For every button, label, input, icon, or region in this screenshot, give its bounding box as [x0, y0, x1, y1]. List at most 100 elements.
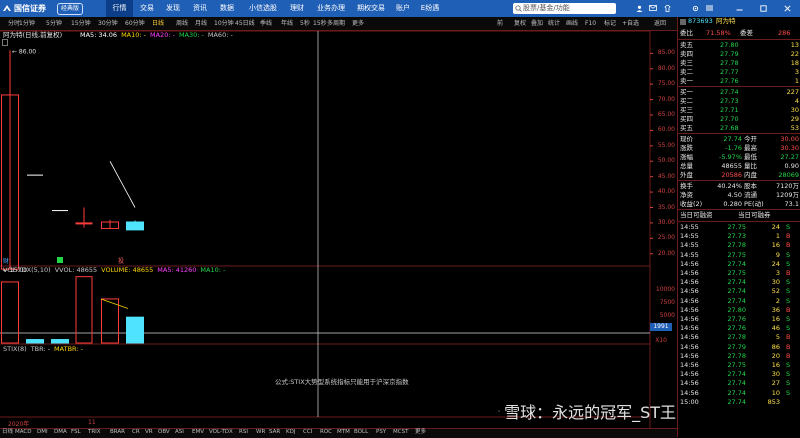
period-tab-11[interactable]: 季线	[260, 17, 272, 30]
tick-dir-2: B	[786, 241, 791, 250]
volume-bar-4	[101, 298, 119, 344]
tick-time-11: 14:56	[680, 324, 699, 333]
menu-5[interactable]: 小信选股	[244, 0, 282, 17]
search-input[interactable]: 股票/基金/功能	[513, 3, 616, 14]
period-tab-10[interactable]: 45日线	[235, 17, 255, 30]
indicator-tab-20[interactable]: BOLL	[354, 428, 368, 437]
period-tab-5[interactable]: 60分钟	[125, 17, 145, 30]
tick-row-18: 14:56 27.74 10 S	[678, 389, 800, 398]
indicator-tab-14[interactable]: WR	[256, 428, 265, 437]
menu-1[interactable]: 交易	[136, 0, 158, 17]
skin-icon[interactable]	[662, 2, 672, 14]
chart-tool-0[interactable]: 前	[497, 17, 503, 30]
period-tab-3[interactable]: 15分钟	[71, 17, 91, 30]
menu-2[interactable]: 发现	[162, 0, 184, 17]
menu-10[interactable]: E纷遇	[416, 0, 444, 17]
minimize-icon[interactable]	[734, 2, 744, 14]
stat-value-a-0: 27.74	[723, 135, 742, 143]
period-tab-14[interactable]: 15秒	[313, 17, 327, 30]
indicator-tab-0[interactable]: 日线	[2, 428, 13, 437]
indicator-tab-23[interactable]: 更多	[415, 428, 426, 437]
green-marker[interactable]	[57, 257, 63, 263]
chart-tool-4[interactable]: 画线	[566, 17, 578, 30]
indicator-tab-9[interactable]: OBV	[158, 428, 170, 437]
menu-8[interactable]: 期权交易	[352, 0, 390, 17]
maximize-icon[interactable]	[758, 2, 768, 14]
stat-value-a-2: -5.97%	[719, 153, 742, 161]
chart-tool-8[interactable]: 返回	[654, 17, 666, 30]
chart-tool-6[interactable]: 标记	[604, 17, 616, 30]
close-icon[interactable]	[782, 2, 792, 14]
ask-label-3: 卖二	[680, 68, 693, 76]
indicator-tab-11[interactable]: EMV	[192, 428, 204, 437]
period-tab-9[interactable]: 10分钟	[214, 17, 234, 30]
indicator-tab-10[interactable]: ASI	[175, 428, 184, 437]
tick-row-2: 14:55 27.78 16 B	[678, 241, 800, 250]
period-tab-2[interactable]: 5分钟	[46, 17, 62, 30]
period-tab-1[interactable]: 1分钟	[19, 17, 35, 30]
period-tab-12[interactable]: 年线	[281, 17, 293, 30]
tick-vol-18: 10	[771, 388, 780, 397]
tick-vol-5: 3	[775, 269, 780, 277]
indicator-tab-8[interactable]: VR	[145, 428, 153, 437]
invest-marker[interactable]: 投	[118, 257, 124, 265]
chart-tool-7[interactable]: +自选	[622, 17, 639, 30]
period-tab-4[interactable]: 30分钟	[98, 17, 118, 30]
price-tick-1: 80.00	[657, 64, 675, 72]
menu-3[interactable]: 资讯	[189, 0, 211, 17]
weicha-value: 286	[778, 29, 791, 37]
kline-chart[interactable]: ← 86.00← 15.00财投	[0, 31, 677, 428]
period-tab-8[interactable]: 月线	[195, 17, 207, 30]
period-tab-7[interactable]: 周线	[176, 17, 188, 30]
tick-dir-1: B	[786, 232, 791, 241]
ask-row-2: 卖三 27.78 18	[678, 59, 800, 68]
chart-tool-2[interactable]: 叠加	[531, 17, 543, 30]
settings-icon[interactable]	[690, 2, 700, 14]
period-tab-16[interactable]: 更多	[352, 17, 364, 30]
indicator-tab-16[interactable]: KDJ	[286, 428, 295, 437]
menu-4[interactable]: 数据	[216, 0, 238, 17]
indicator-tab-15[interactable]: SAR	[269, 428, 280, 437]
indicator-tab-4[interactable]: FSL	[71, 428, 81, 437]
tick-time-1: 14:55	[680, 232, 699, 241]
hamburger-menu-icon[interactable]	[704, 2, 714, 14]
quote-menu-icon[interactable]	[680, 19, 686, 25]
period-tab-13[interactable]: 5秒	[300, 17, 310, 30]
indicator-tab-1[interactable]: MACD	[15, 428, 32, 437]
indicator-tab-18[interactable]: ROC	[320, 428, 332, 437]
message-icon[interactable]	[648, 2, 658, 14]
finance-marker[interactable]: 财	[3, 257, 9, 265]
classic-version-button[interactable]: 经典版	[57, 3, 84, 15]
menu-7[interactable]: 业务办理	[312, 0, 350, 17]
tick-vol-1: 1	[775, 232, 780, 241]
indicator-tab-22[interactable]: MCST	[393, 428, 408, 437]
chart-tool-3[interactable]: 统计	[548, 17, 560, 30]
indicator-tab-17[interactable]: CCI	[303, 428, 312, 437]
tick-vol-6: 30	[771, 278, 780, 287]
menu-0[interactable]: 行情	[106, 0, 133, 17]
chart-tool-1[interactable]: 复权	[514, 17, 526, 30]
indicator-tab-19[interactable]: MTM	[337, 428, 350, 437]
user-icon[interactable]	[634, 2, 644, 14]
ask-vol-2: 18	[790, 59, 799, 67]
indicator-tab-13[interactable]: RSI	[239, 428, 248, 437]
indicator-tab-5[interactable]: TRIX	[88, 428, 101, 437]
search-placeholder: 股票/基金/功能	[523, 4, 570, 12]
indicator-tab-12[interactable]: VOL-TDX	[209, 428, 233, 437]
stix-note: 公式:STIX大势型系统指标只能用于沪深京指数	[275, 378, 409, 386]
indicator-tab-2[interactable]: DMI	[37, 428, 48, 437]
indicator-tab-6[interactable]: BRAR	[110, 428, 125, 437]
chart-tool-5[interactable]: F10	[585, 17, 596, 30]
stat-value-b-1: 30.30	[780, 144, 799, 152]
menu-6[interactable]: 理财	[286, 0, 308, 17]
chart-menu-icon[interactable]	[2, 31, 8, 46]
indicator-tab-3[interactable]: DMA	[54, 428, 67, 437]
indicator-tab-7[interactable]: CR	[132, 428, 140, 437]
period-tab-6[interactable]: 日线	[152, 17, 164, 30]
tick-price-11: 27.76	[727, 324, 746, 333]
indicator-tab-21[interactable]: PSY	[376, 428, 386, 437]
menu-9[interactable]: 账户	[392, 0, 414, 17]
tick-vol-3: 9	[775, 250, 780, 259]
period-tab-15[interactable]: 多周期	[327, 17, 345, 30]
tick-row-1: 14:55 27.73 1 B	[678, 232, 800, 241]
